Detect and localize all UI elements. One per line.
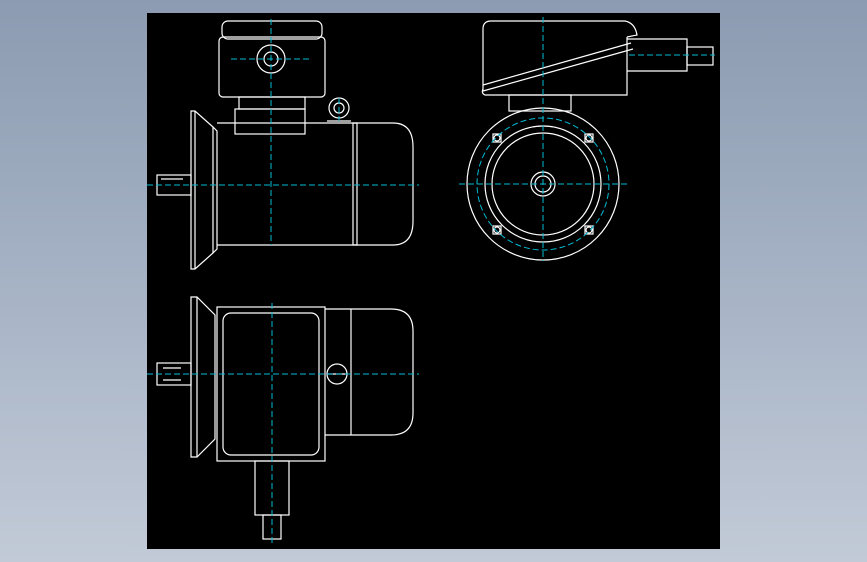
cad-drawing bbox=[147, 17, 715, 543]
front-terminal-box bbox=[481, 20, 638, 112]
drawing-canvas bbox=[147, 13, 720, 549]
flange bbox=[190, 110, 218, 270]
top-view bbox=[156, 296, 414, 540]
front-view bbox=[466, 20, 714, 261]
top-flange bbox=[190, 296, 216, 458]
top-motor-body bbox=[216, 306, 414, 462]
side-view bbox=[156, 20, 414, 270]
motor-body bbox=[217, 122, 414, 246]
terminal-box bbox=[218, 20, 326, 135]
top-cable-gland bbox=[254, 460, 290, 540]
centerlines bbox=[147, 17, 715, 543]
